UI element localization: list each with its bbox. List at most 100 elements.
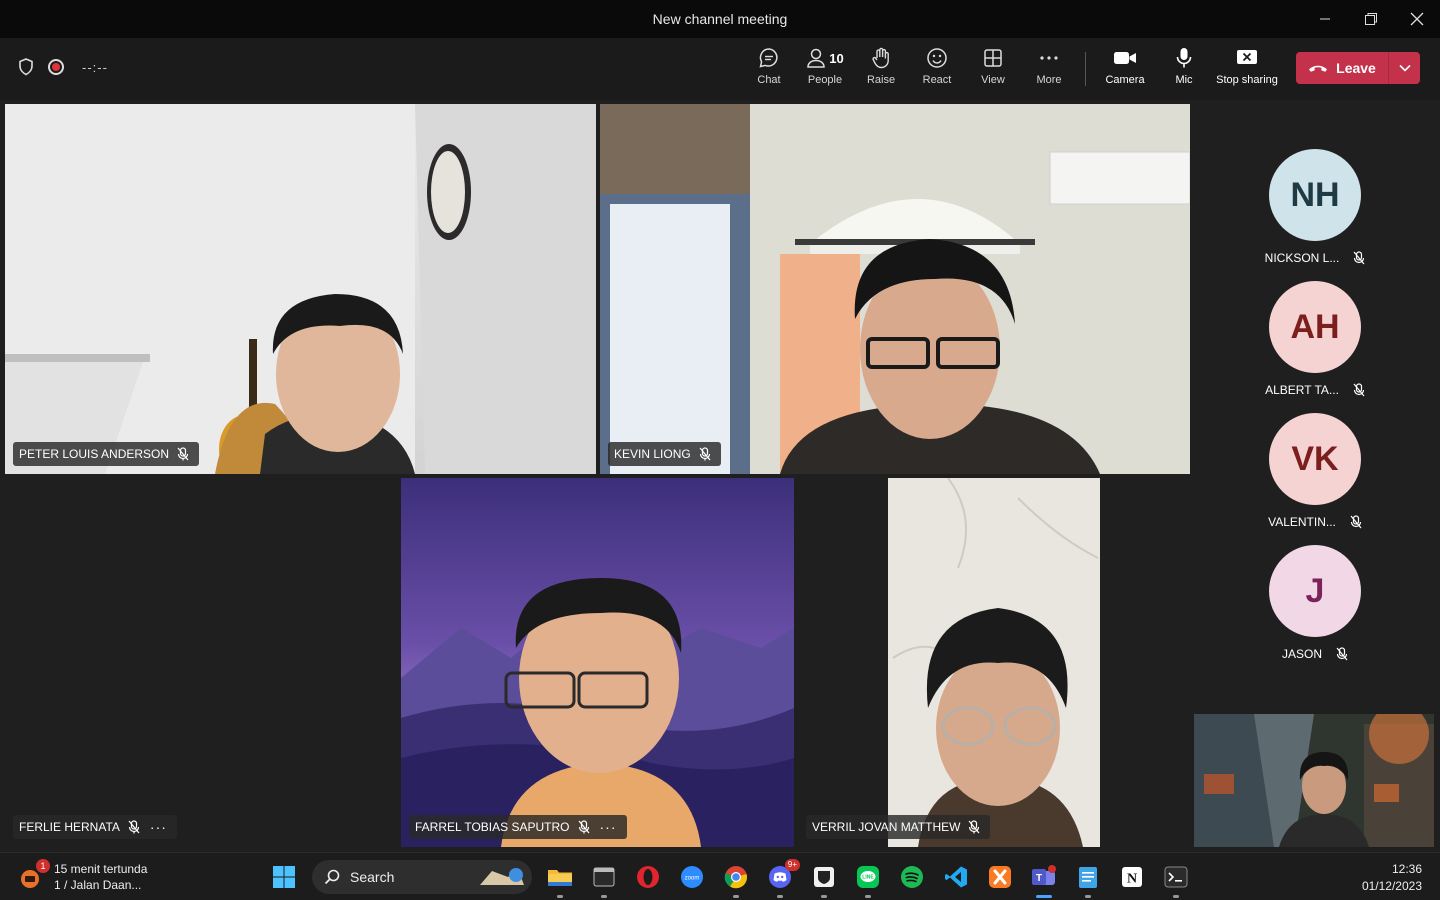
svg-text:LINE: LINE xyxy=(862,875,874,881)
mic-off-icon xyxy=(1350,515,1362,529)
video-tile[interactable]: FARREL TOBIAS SAPUTRO ··· xyxy=(401,478,794,847)
taskbar-discord[interactable]: 9+ xyxy=(758,859,802,898)
camera-button[interactable]: Camera xyxy=(1094,44,1156,94)
participant-options-button[interactable]: ··· xyxy=(600,819,617,835)
chevron-down-icon xyxy=(1398,64,1411,72)
mic-off-icon xyxy=(1336,647,1348,661)
window-title: New channel meeting xyxy=(652,11,788,27)
people-icon xyxy=(807,48,826,68)
mic-off-icon xyxy=(578,820,589,834)
meeting-controls: Chat 10 People Raise React View More Cam… xyxy=(741,44,1420,94)
mic-label: Mic xyxy=(1175,74,1193,86)
close-button[interactable] xyxy=(1394,0,1440,38)
roster-participant[interactable]: NH NICKSON L... xyxy=(1255,149,1375,265)
microphone-icon xyxy=(1176,48,1192,68)
grid-view-icon xyxy=(984,49,1002,67)
taskbar-file-explorer[interactable] xyxy=(538,859,582,898)
people-button[interactable]: 10 People xyxy=(797,44,853,94)
stop-sharing-label: Stop sharing xyxy=(1216,74,1278,86)
hang-up-icon xyxy=(1309,65,1328,72)
windows-logo-icon xyxy=(273,866,295,888)
notepad-icon xyxy=(1079,867,1097,888)
roster-name: VALENTIN... xyxy=(1268,515,1336,529)
taskbar-xampp[interactable] xyxy=(978,859,1022,895)
app-window-icon xyxy=(593,867,615,887)
people-label: People xyxy=(807,74,843,86)
notification-badge: 1 xyxy=(36,859,50,873)
stop-sharing-button[interactable]: Stop sharing xyxy=(1212,44,1282,94)
video-tile[interactable]: FERLIE HERNATA ··· xyxy=(5,478,397,847)
taskbar-notepad[interactable] xyxy=(1066,859,1110,898)
more-label: More xyxy=(1036,74,1062,86)
taskbar-clock[interactable]: 12:36 01/12/2023 xyxy=(1362,861,1422,895)
participant-name-tag: KEVIN LIONG xyxy=(608,442,721,466)
mic-off-icon xyxy=(1353,251,1365,265)
video-feed-image xyxy=(600,104,1190,474)
teams-icon: T xyxy=(1032,865,1056,885)
leave-button[interactable]: Leave xyxy=(1296,52,1388,84)
taskbar-chrome[interactable] xyxy=(714,859,758,898)
react-button[interactable]: React xyxy=(909,44,965,94)
zoom-icon: zoom xyxy=(681,866,703,888)
svg-text:zoom: zoom xyxy=(685,876,700,882)
taskbar-search[interactable]: Search xyxy=(312,860,532,894)
roster-name: ALBERT TA... xyxy=(1265,383,1339,397)
taskbar-app-shield[interactable] xyxy=(802,859,846,898)
chat-label: Chat xyxy=(757,74,781,86)
mic-off-icon xyxy=(699,447,711,461)
minimize-button[interactable] xyxy=(1302,0,1348,38)
participant-name: KEVIN LIONG xyxy=(614,447,691,461)
more-button[interactable]: More xyxy=(1021,44,1077,94)
taskbar-notion[interactable]: N xyxy=(1110,859,1154,895)
taskbar-opera[interactable] xyxy=(626,859,670,895)
more-dots-icon xyxy=(1040,56,1058,60)
taskbar-spotify[interactable] xyxy=(890,859,934,895)
restore-icon xyxy=(1365,13,1377,25)
meeting-toolbar: --:-- Chat 10 People Raise React View Mo… xyxy=(0,38,1440,100)
svg-text:T: T xyxy=(1036,873,1042,884)
leave-control: Leave xyxy=(1296,52,1420,84)
raise-hand-button[interactable]: Raise xyxy=(853,44,909,94)
minimize-icon xyxy=(1320,18,1330,20)
view-button[interactable]: View xyxy=(965,44,1021,94)
avatar-initials: VK xyxy=(1291,439,1339,478)
restore-button[interactable] xyxy=(1348,0,1394,38)
weather-widget[interactable]: 1 15 menit tertunda 1 / Jalan Daan... xyxy=(18,859,147,893)
search-highlight-icon xyxy=(480,868,524,885)
start-button[interactable] xyxy=(262,859,306,895)
taskbar-vscode[interactable] xyxy=(934,859,978,895)
video-tile[interactable]: PETER LOUIS ANDERSON xyxy=(5,104,596,474)
recording-icon[interactable] xyxy=(48,59,64,75)
mic-button[interactable]: Mic xyxy=(1156,44,1212,94)
taskbar-apps: Search zoom 9+ LINE T N xyxy=(262,859,1198,898)
chat-button[interactable]: Chat xyxy=(741,44,797,94)
self-view-video[interactable] xyxy=(1194,714,1434,847)
participant-options-button[interactable]: ··· xyxy=(150,819,167,835)
avatar-initials: J xyxy=(1305,571,1325,610)
shield-icon[interactable] xyxy=(18,58,34,76)
roster-participant[interactable]: J JASON xyxy=(1255,545,1375,661)
participant-name: FARREL TOBIAS SAPUTRO xyxy=(415,820,570,834)
taskbar-zoom[interactable]: zoom xyxy=(670,859,714,895)
video-tile[interactable]: VERRIL JOVAN MATTHEW xyxy=(798,478,1190,847)
participant-name-tag: VERRIL JOVAN MATTHEW xyxy=(806,815,991,839)
svg-text:N: N xyxy=(1127,872,1137,887)
taskbar-terminal[interactable] xyxy=(1154,859,1198,898)
taskbar-line[interactable]: LINE xyxy=(846,859,890,898)
search-label: Search xyxy=(350,869,395,885)
video-feed-image xyxy=(1194,714,1434,847)
video-tile[interactable]: KEVIN LIONG xyxy=(600,104,1190,474)
roster-participant[interactable]: VK VALENTIN... xyxy=(1255,413,1375,529)
avatar: J xyxy=(1269,545,1361,637)
mic-off-icon xyxy=(177,447,189,461)
leave-options-button[interactable] xyxy=(1388,52,1420,84)
line-icon: LINE xyxy=(857,866,879,888)
chrome-icon xyxy=(724,866,748,889)
meeting-status: --:-- xyxy=(18,58,108,76)
shield-app-icon xyxy=(814,867,834,887)
taskbar-app-window[interactable] xyxy=(582,859,626,898)
roster-participant[interactable]: AH ALBERT TA... xyxy=(1255,281,1375,397)
meeting-timer: --:-- xyxy=(82,59,108,75)
chat-icon xyxy=(759,48,778,68)
taskbar-teams[interactable]: T xyxy=(1022,859,1066,898)
